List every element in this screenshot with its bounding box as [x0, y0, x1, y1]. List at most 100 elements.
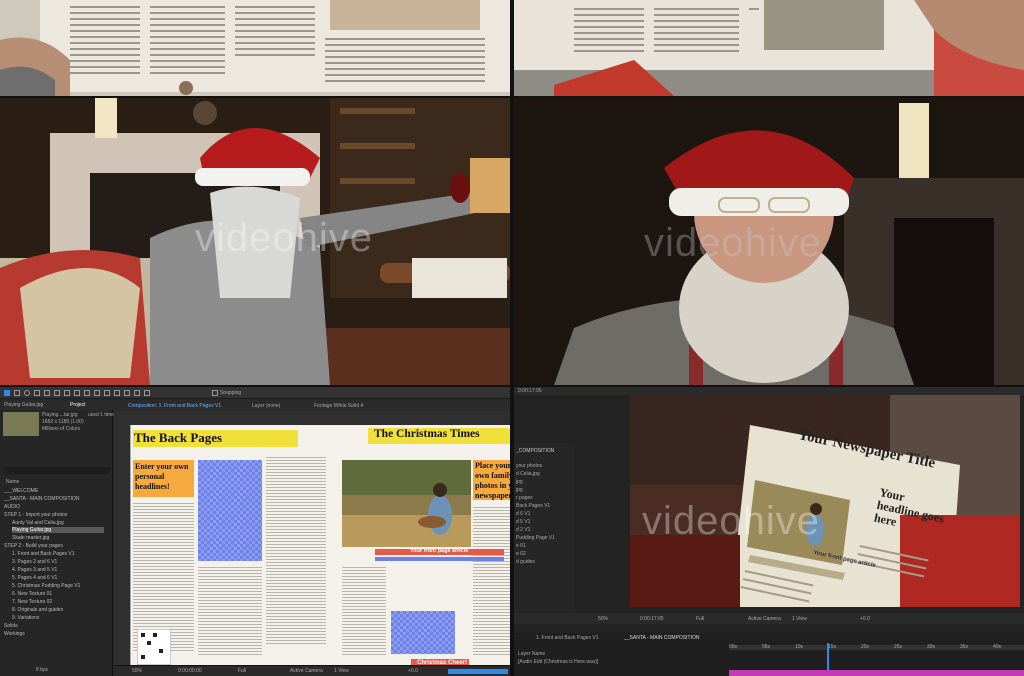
tree-item[interactable]: Aunty Val and Celia.jpg — [12, 520, 64, 526]
layer-item[interactable]: d 2 V1 — [516, 527, 530, 533]
clone-tool-icon[interactable] — [114, 390, 120, 396]
photo-placeholder[interactable] — [198, 460, 262, 561]
project-panel: Playing Guitar.jpg Project Playing....ta… — [0, 400, 114, 676]
videohive-watermark-3: videohive — [642, 499, 821, 543]
project-search-input[interactable] — [3, 467, 110, 474]
article-label: Your front page article — [410, 548, 469, 554]
render-timecode-header: 0:00:17:05 — [518, 388, 542, 394]
render-view[interactable]: 1 View — [792, 616, 807, 622]
layer-item[interactable]: e 02 — [516, 551, 526, 557]
timeline-panel: 1. Front and Back Pages V1 __SANTA - MAI… — [514, 633, 1024, 676]
tree-item[interactable]: 6. New Texture 01 — [12, 591, 52, 597]
resolution-dropdown[interactable]: Full — [238, 668, 246, 674]
tree-item[interactable]: 1. Front and Back Pages V1 — [12, 551, 75, 557]
ruler-tick: 40s — [993, 644, 1002, 650]
tree-item[interactable]: 3. Pages 2 and 6 V1 — [12, 559, 57, 565]
tab-project[interactable]: Project — [70, 402, 86, 408]
tab-composition[interactable]: Composition: 1. Front and Back Pages V1 — [128, 403, 221, 409]
render-timecode[interactable]: 0:00:17:05 — [640, 616, 664, 622]
puppet-tool-icon[interactable] — [144, 390, 150, 396]
layer-item[interactable]: Pudding Page V1 — [516, 535, 555, 541]
snapping-checkbox[interactable] — [212, 390, 218, 396]
tree-item[interactable]: AUDIO — [4, 504, 20, 510]
render-exposure[interactable]: +0.0 — [860, 616, 870, 622]
layer-item[interactable]: jpg — [516, 479, 523, 485]
ruler-tick: 10s — [795, 644, 804, 650]
roto-tool-icon[interactable] — [134, 390, 140, 396]
layer-item[interactable]: d Celia.jpg — [516, 471, 540, 477]
tree-item-selected[interactable]: Playing Guitar.jpg — [12, 527, 104, 533]
tree-item[interactable]: ___WELCOME — [4, 488, 38, 494]
photo-placeholder-2[interactable] — [391, 611, 455, 654]
layer-item[interactable]: d guides — [516, 559, 535, 565]
newspaper-layout: The Back Pages The Christmas Times Enter… — [130, 425, 510, 669]
tree-item[interactable]: 5. Christmas Pudding Page V1 — [12, 583, 80, 589]
render-resolution[interactable]: Full — [696, 616, 704, 622]
render-zoom[interactable]: 50% — [598, 616, 608, 622]
clip-newspaper-reading-2 — [514, 0, 1024, 96]
ruler-tick: 25s — [894, 644, 903, 650]
render-camera[interactable]: Active Camera — [748, 616, 781, 622]
layer-item[interactable]: your photos — [516, 463, 542, 469]
layer-item[interactable]: e 01 — [516, 543, 526, 549]
tree-item[interactable]: 8. Originals and guides — [12, 607, 63, 613]
timeline-audio-row[interactable]: [Audio Edit (Christmas is Here.wav)] — [518, 659, 598, 665]
article-subtitle-bar — [375, 557, 504, 561]
tree-item[interactable]: Skate master.jpg — [12, 535, 49, 541]
layer-item[interactable]: d 5 V1 — [516, 519, 530, 525]
rect-tool-icon[interactable] — [74, 390, 80, 396]
tree-item[interactable]: 9. Variations — [12, 615, 39, 621]
bpc-label[interactable]: 8 bpc — [36, 667, 48, 673]
text-column — [342, 565, 386, 655]
timeline-tab-2[interactable]: __SANTA - MAIN COMPOSITION — [624, 635, 699, 641]
tree-item[interactable]: 7. New Texture 02 — [12, 599, 52, 605]
front-headline: Place your own family photos in your new… — [475, 461, 510, 500]
tree-item[interactable]: __SANTA - MAIN COMPOSITION — [4, 496, 79, 502]
type-tool-icon[interactable] — [94, 390, 100, 396]
tree-item[interactable]: 4. Pages 3 and 5 V1 — [12, 567, 57, 573]
tree-item[interactable]: STEP 2 - Build your pages — [4, 543, 63, 549]
eraser-tool-icon[interactable] — [124, 390, 130, 396]
article-label-bar: Your front page article — [375, 548, 504, 555]
crossword-grid — [137, 629, 171, 665]
ruler-tick: 00s — [729, 644, 738, 650]
tab-layer[interactable]: Layer (none) — [252, 403, 280, 409]
pen-tool-icon[interactable] — [84, 390, 90, 396]
brush-tool-icon[interactable] — [104, 390, 110, 396]
composition-panel: Composition: 1. Front and Back Pages V1 … — [114, 400, 510, 676]
hand-tool-icon[interactable] — [24, 390, 30, 396]
camera-dropdown[interactable]: Active Camera — [290, 668, 323, 674]
tree-item[interactable]: STEP 1 - Import your photos — [4, 512, 67, 518]
rotate-tool-icon[interactable] — [44, 390, 50, 396]
view-dropdown[interactable]: 1 View — [334, 668, 349, 674]
snapping-label: Snapping — [220, 390, 242, 396]
camera-tool-icon[interactable] — [54, 390, 60, 396]
tree-item[interactable]: 5. Pages 4 and 6 V1 — [12, 575, 57, 581]
zoom-dropdown[interactable]: 50% — [132, 668, 142, 674]
pan-tool-icon[interactable] — [64, 390, 70, 396]
newspaper-reading-image-2 — [514, 0, 1024, 96]
front-photo[interactable] — [342, 460, 471, 547]
layer-item[interactable]: jpg — [516, 487, 523, 493]
tree-item[interactable]: Workings — [4, 631, 25, 637]
preview-dims: 1682 x 1189 (1.00) — [42, 419, 84, 425]
layer-item[interactable]: r pages — [516, 495, 533, 501]
video-preview-grid: videohive videohive Snapping Playing Gui… — [0, 0, 1024, 676]
name-column-header[interactable]: Name — [6, 479, 19, 485]
home-icon[interactable] — [4, 390, 10, 396]
audio-track-bar[interactable] — [729, 670, 1024, 676]
zoom-tool-icon[interactable] — [34, 390, 40, 396]
after-effects-project-view: Snapping Playing Guitar.jpg Project Play… — [0, 387, 510, 676]
layer-item[interactable]: Back Pages V1 — [516, 503, 550, 509]
timeline-tab-1[interactable]: 1. Front and Back Pages V1 — [536, 635, 599, 641]
timecode-display[interactable]: 0:00:00:00 — [178, 668, 202, 674]
text-column — [473, 505, 510, 655]
exposure-value[interactable]: +0.0 — [408, 668, 418, 674]
select-tool-icon[interactable] — [14, 390, 20, 396]
tree-item[interactable]: Solids — [4, 623, 18, 629]
layer-name-column[interactable]: Layer Name — [518, 651, 545, 657]
tab-footage[interactable]: Footage White Solid 4 — [314, 403, 363, 409]
clip-santa-toasting: videohive — [0, 98, 510, 385]
clip-newspaper-reading-1 — [0, 0, 510, 96]
layer-item[interactable]: d 6 V1 — [516, 511, 530, 517]
